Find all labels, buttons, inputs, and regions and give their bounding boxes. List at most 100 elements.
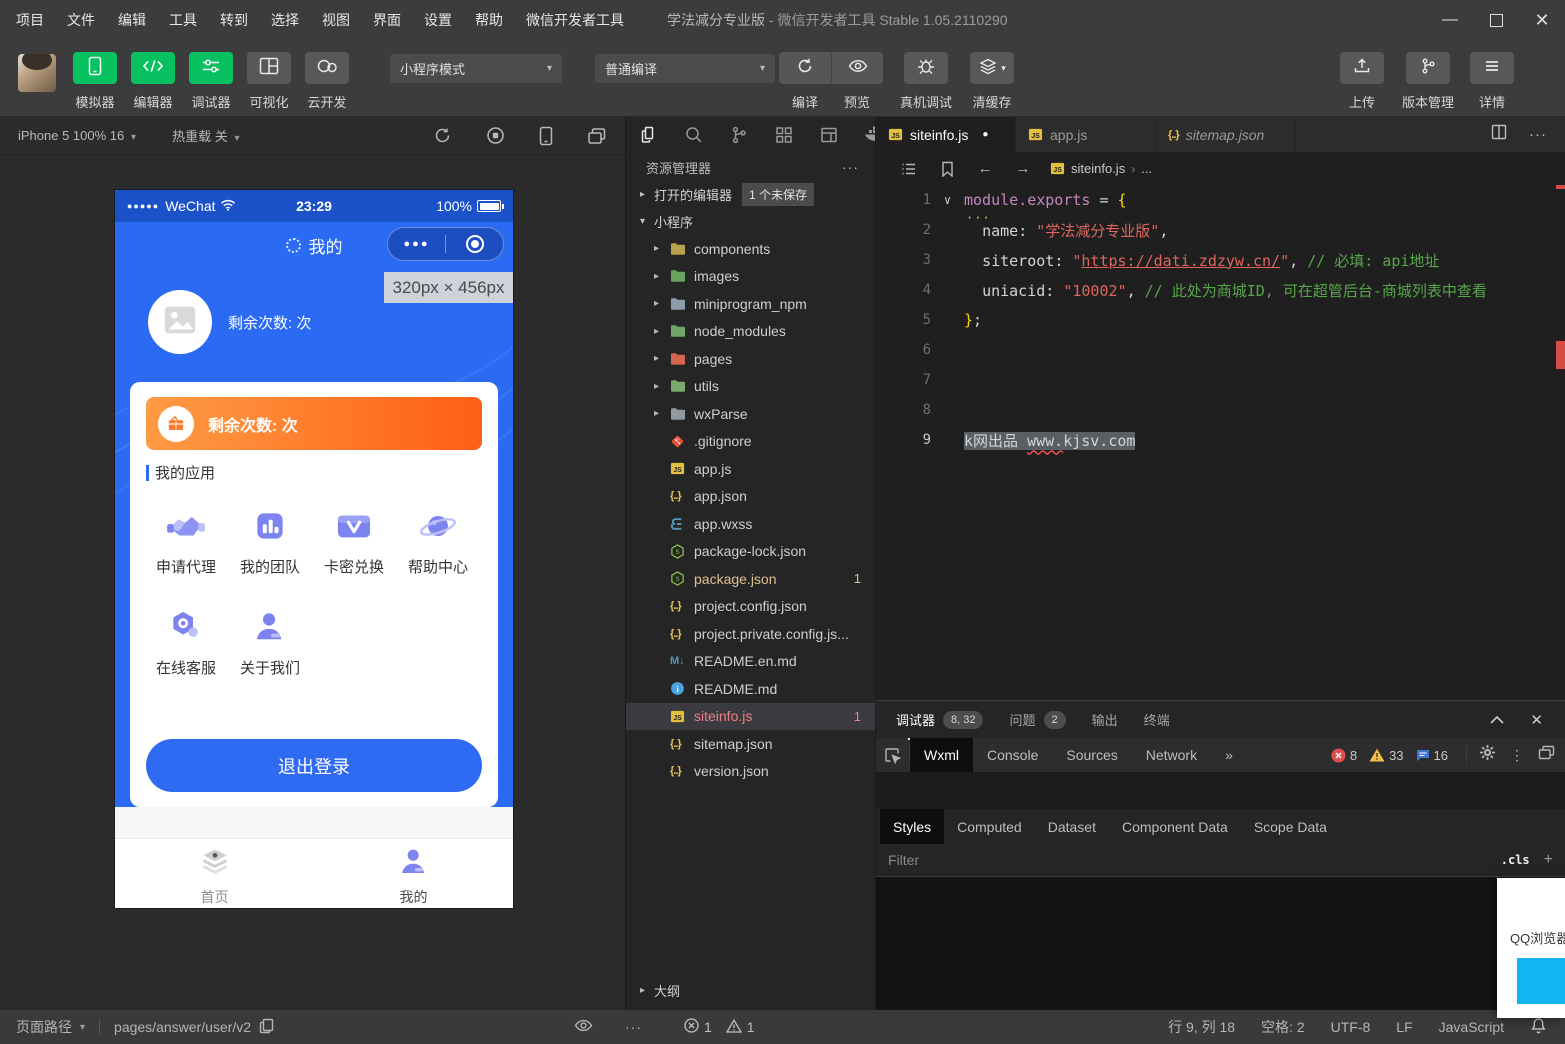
language-mode[interactable]: JavaScript	[1439, 1019, 1504, 1035]
file-tree-row[interactable]: JS app.js	[626, 455, 875, 483]
editor-tab[interactable]: JSsiteinfo.js●	[876, 117, 1016, 152]
editor-tab[interactable]: JSapp.js	[1016, 117, 1156, 152]
maximize-button[interactable]	[1473, 0, 1519, 40]
bell-icon[interactable]	[1530, 1017, 1547, 1037]
phone-tab[interactable]: 首页	[115, 839, 314, 908]
indentation[interactable]: 空格: 2	[1261, 1017, 1305, 1037]
devtools-tab[interactable]: Wxml	[910, 738, 973, 772]
menu-item[interactable]: 选择	[271, 10, 299, 30]
error-count[interactable]: 8	[1331, 748, 1357, 763]
menu-item[interactable]: 项目	[16, 10, 44, 30]
clear-cache-button[interactable]: ▾ 清缓存	[959, 52, 1025, 111]
more-actions-icon[interactable]: ···	[625, 1019, 642, 1035]
navigate-forward-icon[interactable]: →	[1004, 160, 1042, 177]
devtools-tab[interactable]: »	[1211, 738, 1247, 772]
code-line[interactable]: 8	[876, 395, 1565, 425]
file-tree-row[interactable]: ▸ wxParse	[626, 400, 875, 428]
toolbar-toggle-button[interactable]: 编辑器	[124, 52, 182, 111]
toolbar-toggle-button[interactable]: 调试器	[182, 52, 240, 111]
close-panel-icon[interactable]: ✕	[1530, 711, 1543, 729]
navigate-back-icon[interactable]: ←	[966, 160, 1004, 177]
restart-icon[interactable]	[433, 126, 452, 145]
details-button[interactable]: 详情	[1463, 52, 1521, 111]
cursor-position[interactable]: 行 9, 列 18	[1168, 1017, 1235, 1037]
copy-icon[interactable]	[259, 1018, 274, 1037]
style-tab[interactable]: Component Data	[1109, 814, 1241, 840]
file-tree-row[interactable]: {..} project.private.config.js...	[626, 620, 875, 648]
expand-arrow-icon[interactable]: ▸	[654, 353, 670, 364]
undock-icon[interactable]	[1538, 745, 1555, 765]
menu-item[interactable]: 界面	[373, 10, 401, 30]
toolbar-toggle-button[interactable]: 模拟器	[66, 52, 124, 111]
code-line[interactable]: 7	[876, 365, 1565, 395]
code-line[interactable]: 4 uniacid: "10002", // 此处为商城ID, 可在超管后台-商…	[876, 275, 1565, 305]
toggle-class-button[interactable]: .cls	[1501, 853, 1530, 867]
stop-record-icon[interactable]	[486, 126, 505, 145]
breadcrumb-file[interactable]: JS siteinfo.js › ...	[1050, 161, 1152, 176]
devtools-tab[interactable]: Network	[1132, 738, 1211, 772]
file-tree-row[interactable]: ▸ components	[626, 235, 875, 263]
layout-panel-icon[interactable]	[819, 125, 839, 145]
app-grid-item[interactable]: 申请代理	[144, 506, 228, 577]
eol-style[interactable]: LF	[1396, 1019, 1412, 1035]
app-grid-item[interactable]: 关于我们	[228, 607, 312, 678]
expand-arrow-icon[interactable]: ▸	[654, 381, 670, 392]
expand-arrow-icon[interactable]: ▸	[654, 326, 670, 337]
file-tree-row[interactable]: ▸ images	[626, 263, 875, 291]
code-line[interactable]: 5};	[876, 305, 1565, 335]
page-path-value[interactable]: pages/answer/user/v2	[114, 1019, 251, 1035]
fold-arrow-icon[interactable]: ∨	[931, 193, 964, 207]
files-icon[interactable]	[639, 125, 659, 145]
mode-select[interactable]: 小程序模式 ▾	[390, 54, 562, 83]
debugger-panel-tab[interactable]: 问题2	[1009, 701, 1065, 738]
file-tree-row[interactable]: M↓ README.en.md	[626, 648, 875, 676]
folded-hint-dots[interactable]: ···	[966, 211, 991, 225]
toolbar-toggle-button[interactable]: 云开发	[298, 52, 356, 111]
style-tab[interactable]: Styles	[880, 809, 944, 844]
menu-item[interactable]: 转到	[220, 10, 248, 30]
warning-count[interactable]: 33	[1369, 748, 1403, 763]
debugger-panel-tab[interactable]: 输出	[1092, 701, 1118, 738]
avatar[interactable]	[148, 290, 212, 354]
close-miniprogram-icon[interactable]	[446, 235, 503, 253]
close-button[interactable]: ✕	[1519, 0, 1565, 40]
expand-arrow-icon[interactable]: ▸	[654, 243, 670, 254]
popup-action-button[interactable]	[1517, 958, 1565, 1004]
debugger-panel-tab[interactable]: 调试器8, 32	[896, 701, 983, 738]
app-grid-item[interactable]: 卡密兑换	[312, 506, 396, 577]
file-tree-row[interactable]: {..} version.json	[626, 758, 875, 786]
compile-button[interactable]	[779, 52, 831, 84]
file-tree-row[interactable]: {..} app.json	[626, 483, 875, 511]
expand-arrow-icon[interactable]: ▸	[654, 408, 670, 419]
bookmark-icon[interactable]	[928, 161, 966, 177]
preview-button[interactable]	[831, 52, 883, 84]
search-icon[interactable]	[684, 125, 704, 145]
file-tree-row[interactable]: ▸ node_modules	[626, 318, 875, 346]
extensions-icon[interactable]	[774, 125, 794, 145]
kebab-menu-icon[interactable]: ⋮	[1510, 747, 1524, 764]
file-tree-row[interactable]: ▸ pages	[626, 345, 875, 373]
outline-list-icon[interactable]	[890, 162, 928, 176]
menu-item[interactable]: 文件	[67, 10, 95, 30]
outline-section[interactable]: ▸ 大纲	[626, 977, 875, 1004]
project-root-section[interactable]: ▾ 小程序	[626, 208, 875, 235]
user-avatar[interactable]	[18, 54, 56, 92]
menu-dots-icon[interactable]: ●●●	[388, 238, 445, 250]
code-line[interactable]: 6	[876, 335, 1565, 365]
file-tree-row[interactable]: {..} project.config.json	[626, 593, 875, 621]
device-frame-icon[interactable]	[539, 126, 553, 146]
file-tree-row[interactable]: ▸ miniprogram_npm	[626, 290, 875, 318]
compile-mode-select[interactable]: 普通编译 ▾	[595, 54, 775, 83]
expand-arrow-icon[interactable]: ▸	[654, 298, 670, 309]
upload-button[interactable]: 上传	[1331, 52, 1393, 111]
settings-gear-icon[interactable]	[1479, 744, 1496, 766]
hot-reload-toggle[interactable]: 热重载 关 ▾	[172, 126, 239, 145]
file-tree-row[interactable]: S package.json 1	[626, 565, 875, 593]
style-tab[interactable]: Scope Data	[1241, 814, 1340, 840]
editor-tab[interactable]: {..}sitemap.json	[1156, 117, 1296, 152]
minimize-button[interactable]: —	[1427, 0, 1473, 40]
remote-debug-button[interactable]: 真机调试	[893, 52, 959, 111]
file-tree-row[interactable]: ▸ utils	[626, 373, 875, 401]
modified-dot-icon[interactable]: ●	[982, 129, 988, 140]
more-actions-icon[interactable]: ···	[1529, 126, 1547, 143]
